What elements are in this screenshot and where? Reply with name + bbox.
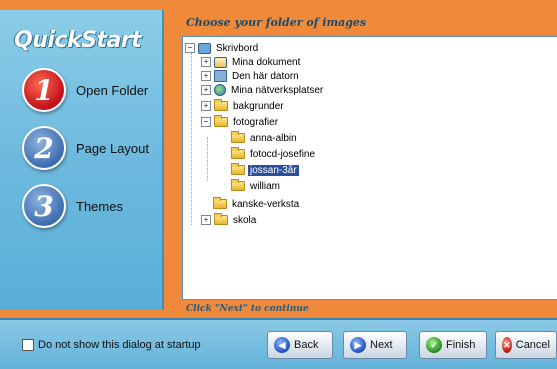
network-icon [214,84,226,96]
folder-icon [231,163,245,175]
startup-checkbox[interactable] [22,339,34,351]
back-button-label: Back [294,339,319,351]
next-button[interactable]: ▶ Next [343,331,407,359]
tree-item[interactable]: + Mina dokument [201,55,302,69]
sidebar: QuickStart 1 Open Folder 2 Page Layout 3… [0,10,164,310]
startup-checkbox-row[interactable]: Do not show this dialog at startup [22,339,201,351]
cancel-button-label: Cancel [515,339,550,351]
back-button[interactable]: ◀ Back [267,331,333,359]
tree-item[interactable]: kanske-verksta [213,197,301,211]
continue-hint: Click "Next" to continue [186,304,309,314]
tree-item[interactable]: − fotografier [201,115,280,129]
step-number-three-icon: 3 [22,184,66,228]
step-label: Themes [76,198,123,214]
tree-item[interactable]: william [231,179,282,193]
back-arrow-icon: ◀ [274,337,290,353]
open-folder-icon [214,115,228,127]
step-label: Open Folder [76,82,149,98]
next-arrow-icon: ▶ [350,337,366,353]
expand-icon[interactable]: + [201,71,211,81]
step-themes[interactable]: 3 Themes [22,184,123,228]
tree-item-label: kanske-verksta [232,198,300,210]
tree-item[interactable]: + bakgrunder [201,99,286,113]
finish-button[interactable]: ✓ Finish [419,331,487,359]
folder-icon [214,99,228,111]
tree-item-label: Skrivbord [216,42,259,54]
folder-icon [214,213,228,225]
desktop-icon [198,42,211,54]
tree-item-label: fotografier [233,116,279,128]
cancel-button[interactable]: ✕ Cancel [495,331,557,359]
tree-item-label: bakgrunder [233,100,284,112]
startup-checkbox-label: Do not show this dialog at startup [38,339,201,351]
quickstart-dialog: QuickStart 1 Open Folder 2 Page Layout 3… [0,0,557,369]
cancel-x-icon: ✕ [502,337,512,353]
panel-title: Choose your folder of images [186,16,367,29]
expand-icon[interactable]: + [201,215,211,225]
tree-item-label: william [250,180,280,192]
finish-button-label: Finish [446,339,476,351]
step-label: Page Layout [76,140,150,156]
folder-icon [231,131,245,143]
tree-item-label: anna-albin [250,132,297,144]
collapse-icon[interactable]: − [185,43,195,53]
tree-item[interactable]: fotocd-josefine [231,147,317,161]
expand-icon[interactable]: + [201,57,211,67]
tree-item[interactable]: + Mina nätverksplatser [201,83,325,97]
folder-icon [213,197,227,209]
folder-tree[interactable]: − Skrivbord + Mina dokument + Den här da… [182,36,557,300]
tree-root[interactable]: − Skrivbord [185,41,260,55]
step-number-two-icon: 2 [22,126,66,170]
tree-item[interactable]: + Den här datorn [201,69,301,83]
computer-icon [214,70,227,82]
step-open-folder[interactable]: 1 Open Folder [22,68,148,112]
step-number-one-icon: 1 [22,68,66,112]
tree-item-label: Mina dokument [232,56,301,68]
tree-item-label: skola [233,214,257,226]
folder-icon [231,179,245,191]
folder-icon [231,147,245,159]
tree-item-selected[interactable]: jossan-3år [231,163,300,177]
tree-item-label: fotocd-josefine [250,148,316,160]
app-title: QuickStart [14,28,142,53]
tree-item-label: Mina nätverksplatser [231,84,324,96]
expand-icon[interactable]: + [201,85,211,95]
step-page-layout[interactable]: 2 Page Layout [22,126,149,170]
finish-check-icon: ✓ [426,337,442,353]
tree-item-label: jossan-3år [247,163,300,177]
next-button-label: Next [370,339,393,351]
collapse-icon[interactable]: − [201,117,211,127]
footer-bar: Do not show this dialog at startup ◀ Bac… [0,318,557,369]
expand-icon[interactable]: + [201,101,211,111]
tree-item[interactable]: + skola [201,213,258,227]
tree-item[interactable]: anna-albin [231,131,299,145]
documents-folder-icon [214,56,227,68]
tree-item-label: Den här datorn [232,70,299,82]
